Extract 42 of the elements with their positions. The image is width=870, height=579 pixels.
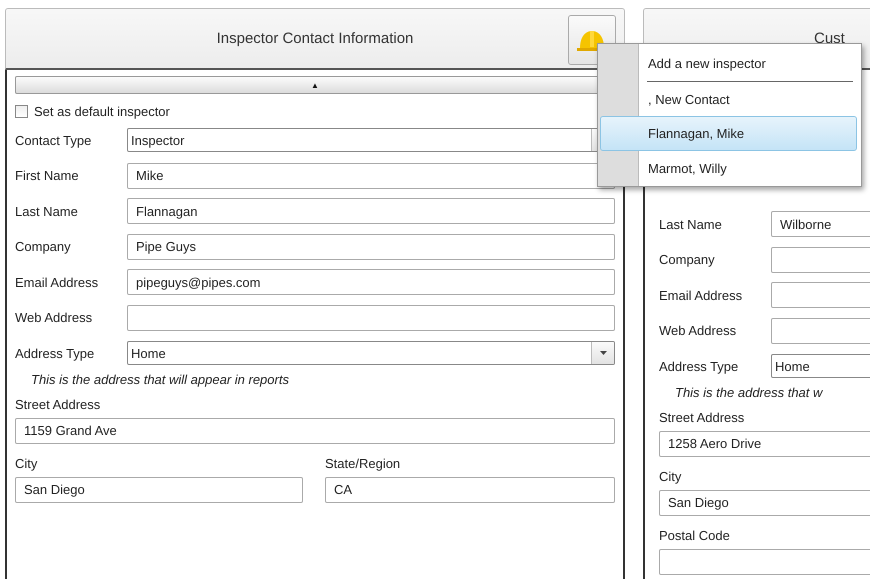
input-field[interactable]: San Diego — [659, 490, 870, 516]
input-field[interactable]: pipeguys@pipes.com — [127, 269, 615, 295]
checkbox[interactable] — [15, 105, 28, 118]
input-field[interactable]: 1258 Aero Drive — [659, 430, 870, 456]
field-label: Email Address — [659, 288, 744, 302]
panel-title: Cust — [814, 30, 845, 47]
menu-item[interactable]: Flannagan, Mike — [600, 116, 857, 152]
field-label: Email Address — [15, 274, 100, 290]
field-label: Company — [15, 239, 72, 254]
field-label: Web Address — [15, 310, 94, 325]
field-label: Last Name — [659, 216, 723, 232]
caret-icon — [600, 351, 606, 355]
address-note: This is the address that will appear in reports — [30, 372, 290, 386]
field-label: Postal Code — [659, 528, 731, 542]
input-field[interactable]: Flannagan — [127, 198, 615, 224]
field-label: Street Address — [659, 410, 746, 424]
field-label: Last Name — [15, 204, 79, 218]
input-field[interactable]: 1159 Grand Ave — [15, 418, 615, 444]
field-label: City — [659, 468, 682, 484]
field-label: Web Address — [659, 323, 738, 338]
field-label: Address Type — [15, 346, 96, 360]
field-label: Company — [659, 252, 716, 267]
menu-item[interactable]: Add a new inspector — [639, 46, 857, 81]
input-field[interactable]: CA — [325, 476, 615, 502]
input-field[interactable]: Wilborne — [771, 211, 870, 237]
input-field[interactable]: San Diego — [15, 476, 303, 502]
menu-item[interactable]: Marmot, Willy — [639, 151, 857, 186]
field-label: Address Type — [659, 358, 740, 374]
field-label: Street Address — [15, 396, 102, 412]
field-label: City — [15, 456, 38, 470]
dropdown-field[interactable]: Home — [771, 354, 870, 378]
dropdown-field[interactable]: Home — [127, 341, 615, 365]
menu-item[interactable]: , New Contact — [639, 82, 857, 116]
field-label: First Name — [15, 168, 80, 183]
field-label: Contact Type — [15, 132, 92, 148]
input-field[interactable]: Pipe Guys — [127, 234, 615, 260]
input-field[interactable] — [127, 304, 615, 330]
input-field[interactable]: Mike — [127, 162, 615, 188]
checkbox-label: Set as default inspector — [34, 104, 170, 119]
field-label: State/Region — [325, 456, 402, 470]
address-note: This is the address that w — [674, 384, 824, 400]
panel-title: Inspector Contact Information — [216, 30, 414, 47]
